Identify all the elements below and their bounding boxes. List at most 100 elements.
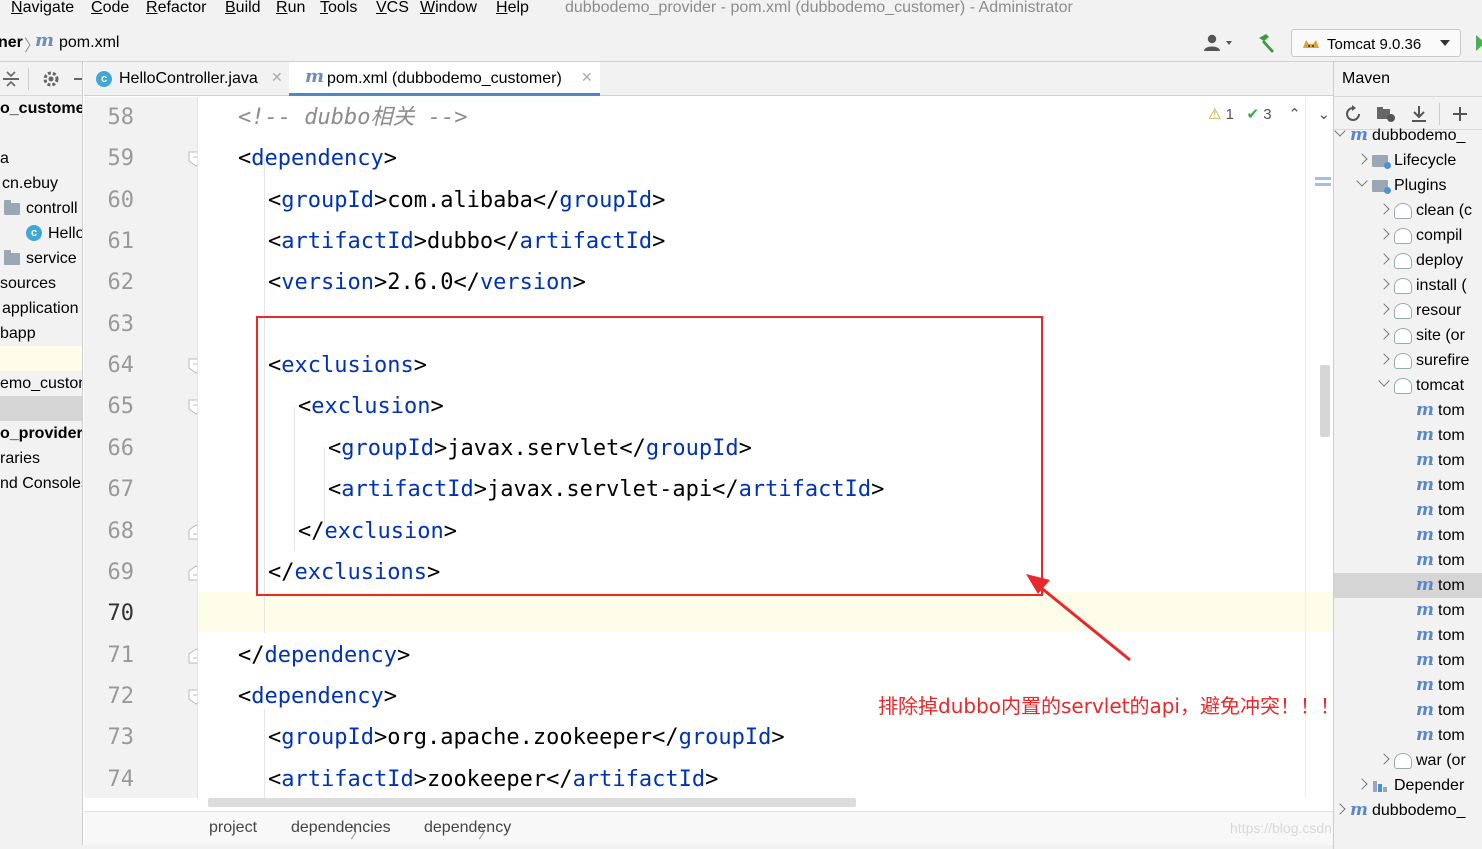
fold-open-icon[interactable] <box>188 399 198 416</box>
breadcrumb-project[interactable]: ner <box>0 34 23 52</box>
add-icon[interactable] <box>1452 106 1468 122</box>
breadcrumb-item[interactable]: project <box>209 819 257 837</box>
error-stripe-marker[interactable] <box>1315 177 1331 180</box>
maven-tree-item[interactable]: m tom <box>1334 723 1482 748</box>
maven-tree-item[interactable]: m dubbodemo_ <box>1334 123 1482 148</box>
maven-tree-item[interactable]: resour <box>1334 298 1482 323</box>
maven-tree-item[interactable]: m tom <box>1334 698 1482 723</box>
maven-tree-item[interactable]: war (or <box>1334 748 1482 773</box>
project-tree-item[interactable]: controll <box>0 196 82 221</box>
run-configuration-selector[interactable]: Tomcat 9.0.36 <box>1291 29 1461 57</box>
project-tree-item[interactable] <box>0 396 82 421</box>
chevron-right-icon[interactable] <box>1378 753 1390 765</box>
maven-tree-item[interactable]: m tom <box>1334 548 1482 573</box>
close-icon[interactable]: ✕ <box>271 69 283 86</box>
project-tree-item[interactable]: c Hello <box>0 221 82 246</box>
chevron-right-icon[interactable] <box>1378 328 1390 340</box>
maven-tree-item[interactable]: m tom <box>1334 423 1482 448</box>
maven-tree-item[interactable]: site (or <box>1334 323 1482 348</box>
error-stripe-marker[interactable] <box>1315 183 1331 186</box>
tab-hellocontroller[interactable]: c HelloController.java ✕ <box>84 62 289 96</box>
project-tree-item[interactable] <box>0 121 82 146</box>
menu-code[interactable]: Code <box>91 0 129 18</box>
line-number[interactable]: 67 <box>84 469 135 510</box>
chevron-right-icon[interactable] <box>1378 303 1390 315</box>
maven-tree-item[interactable]: m tom <box>1334 398 1482 423</box>
line-number[interactable]: 64 <box>84 345 135 386</box>
menu-help[interactable]: Help <box>496 0 529 18</box>
chevron-down-icon[interactable] <box>1334 125 1346 137</box>
line-number[interactable]: 63 <box>84 304 135 345</box>
project-tree-item[interactable]: sources <box>0 271 82 296</box>
chevron-down-icon[interactable] <box>1356 175 1368 187</box>
maven-tree-item[interactable]: Depender <box>1334 773 1482 798</box>
line-number[interactable]: 70 <box>84 593 135 634</box>
maven-tree-item[interactable]: m tom <box>1334 448 1482 473</box>
project-tree-item[interactable]: o_customer <box>0 96 82 121</box>
hide-icon[interactable] <box>74 78 82 80</box>
project-tree-item[interactable]: emo_custon <box>0 371 82 396</box>
line-number[interactable]: 71 <box>84 635 135 676</box>
fold-close-icon[interactable] <box>188 565 198 581</box>
maven-tree-item[interactable]: surefire <box>1334 348 1482 373</box>
hammer-icon[interactable] <box>1256 32 1278 54</box>
close-icon[interactable]: ✕ <box>581 69 593 86</box>
maven-tree-item[interactable]: clean (c <box>1334 198 1482 223</box>
inspection-widget[interactable]: ⚠ 1 ✔ 3 ⌃ ⌄ <box>1208 105 1330 123</box>
download-icon[interactable] <box>1410 105 1428 123</box>
run-icon[interactable] <box>1476 35 1482 51</box>
fold-close-icon[interactable] <box>188 523 198 540</box>
refresh-icon[interactable] <box>1344 105 1362 123</box>
line-number[interactable]: 62 <box>84 262 135 303</box>
line-number[interactable]: 69 <box>84 552 135 593</box>
menu-refactor[interactable]: Refactor <box>146 0 206 18</box>
maven-tree-item[interactable]: compil <box>1334 223 1482 248</box>
line-number[interactable]: 68 <box>84 511 135 552</box>
chevron-right-icon[interactable] <box>1378 278 1390 290</box>
menu-run[interactable]: Run <box>276 0 305 18</box>
maven-tree-item[interactable]: tomcat <box>1334 373 1482 398</box>
chevron-right-icon[interactable] <box>1356 778 1368 790</box>
maven-tree-item[interactable]: m tom <box>1334 573 1482 598</box>
collapse-all-icon[interactable] <box>2 71 20 87</box>
menu-vcs[interactable]: VCS <box>376 0 409 18</box>
maven-tree-item[interactable]: m tom <box>1334 648 1482 673</box>
breadcrumb-item[interactable]: dependency <box>424 819 511 837</box>
chevron-right-icon[interactable] <box>1356 153 1368 165</box>
previous-highlight-icon[interactable]: ⌃ <box>1288 106 1301 123</box>
menu-build[interactable]: Build <box>225 0 261 18</box>
menu-tools[interactable]: Tools <box>320 0 357 18</box>
user-icon[interactable] <box>1202 34 1236 52</box>
maven-tree-item[interactable]: m tom <box>1334 598 1482 623</box>
project-tree-item[interactable]: bapp <box>0 321 82 346</box>
tab-pom-xml[interactable]: m pom.xml (dubbodemo_customer) ✕ <box>289 62 600 96</box>
maven-tree-item[interactable]: m tom <box>1334 523 1482 548</box>
vertical-scrollbar[interactable] <box>1320 365 1330 437</box>
line-number[interactable]: 74 <box>84 759 135 798</box>
project-tree-item[interactable]: cn.ebuy <box>0 171 82 196</box>
fold-open-icon[interactable] <box>188 358 198 374</box>
line-number[interactable]: 60 <box>84 180 135 221</box>
maven-tree-item[interactable]: deploy <box>1334 248 1482 273</box>
fold-open-icon[interactable] <box>188 689 198 705</box>
menu-window[interactable]: Window <box>420 0 477 18</box>
line-number[interactable]: 66 <box>84 428 135 469</box>
reimport-folder-icon[interactable] <box>1376 105 1396 123</box>
fold-open-icon[interactable] <box>188 151 198 167</box>
chevron-down-icon[interactable] <box>1378 375 1390 387</box>
chevron-right-icon[interactable] <box>1378 253 1390 265</box>
breadcrumb-file[interactable]: pom.xml <box>59 34 119 52</box>
maven-tree-item[interactable]: Lifecycle <box>1334 148 1482 173</box>
next-highlight-icon[interactable]: ⌄ <box>1318 106 1331 123</box>
menu-navigate[interactable]: Navigate <box>11 0 74 18</box>
line-number[interactable]: 59 <box>84 138 135 179</box>
line-number[interactable]: 65 <box>84 386 135 427</box>
chevron-right-icon[interactable] <box>1378 228 1390 240</box>
line-number[interactable]: 72 <box>84 676 135 717</box>
maven-tree-item[interactable]: m tom <box>1334 498 1482 523</box>
gear-icon[interactable] <box>42 70 60 88</box>
line-number[interactable]: 61 <box>84 221 135 262</box>
project-tree-item[interactable]: a <box>0 146 82 171</box>
project-tree-item[interactable]: nd Consoles <box>0 471 82 496</box>
chevron-right-icon[interactable] <box>1378 203 1390 215</box>
